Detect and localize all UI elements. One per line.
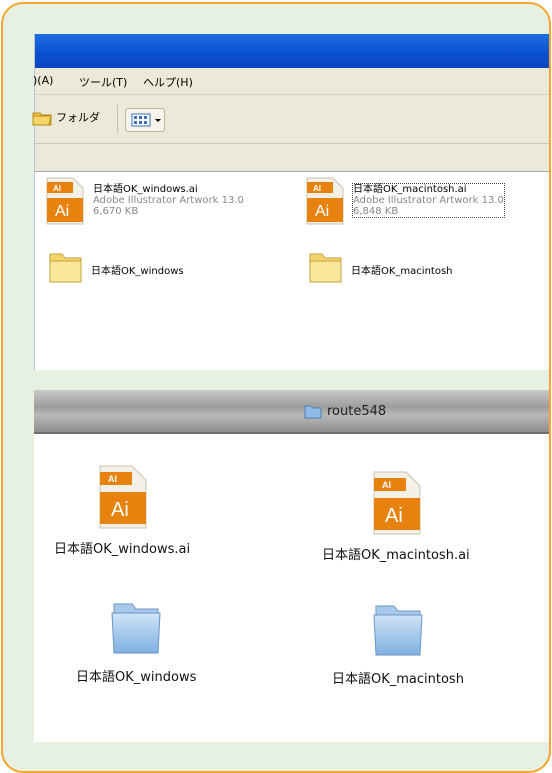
folder-icon [304,405,322,419]
view-grid-icon [131,113,161,127]
file-item-windows-ai[interactable]: AI Ai 日本語OK_windows.ai Adobe Illustrator… [43,176,244,226]
svg-text:Ai: Ai [315,203,329,220]
file-item-macintosh-ai[interactable]: AI Ai 日本語OK_macintosh.ai Adobe Illustrat… [303,176,505,226]
file-info: 日本語OK_macintosh.ai Adobe Illustrator Art… [352,183,505,218]
menu-bar: )(A) ツール(T) ヘルプ(H) [33,68,549,95]
file-name: 日本語OK_macintosh.ai [322,548,470,563]
file-name: 日本語OK_windows.ai [54,542,191,557]
toolbar-separator [117,105,118,133]
file-size: 6,670 KB [93,206,139,217]
file-info: 日本語OK_windows.ai Adobe Illustrator Artwo… [93,184,244,217]
divider [34,432,549,434]
file-name: 日本語OK_macintosh.ai [353,184,467,195]
folder-name: 日本語OK_macintosh [332,672,464,687]
svg-text:AI: AI [313,184,321,193]
illustrator-file-icon: AI Ai [99,465,147,529]
file-type: Adobe Illustrator Artwork 13.0 [353,195,504,206]
address-area [35,144,549,172]
svg-text:AI: AI [382,480,391,490]
window-title: route548 [304,403,386,419]
folder-icon [373,605,423,656]
window-titlebar: route548 [34,390,549,432]
toolbar: フォルダ [32,95,549,144]
file-item-windows-ai[interactable]: AI Ai 日本語OK_windows.ai [54,464,190,557]
folder-name: 日本語OK_macintosh [351,266,453,277]
illustrator-file-icon: AI Ai [373,471,421,535]
folder-item-macintosh[interactable]: 日本語OK_macintosh [332,600,464,687]
folder-item-windows[interactable]: 日本語OK_windows [76,598,196,685]
illustrator-file-icon: AI Ai [46,177,84,225]
svg-text:AI: AI [53,184,61,193]
svg-text:Ai: Ai [111,499,129,521]
folder-item-macintosh[interactable]: 日本語OK_macintosh [307,246,453,286]
folder-icon [32,112,52,126]
file-name: 日本語OK_windows.ai [93,184,198,195]
folder-icon [309,253,342,283]
svg-text:AI: AI [108,474,117,484]
svg-text:Ai: Ai [55,203,69,220]
windows-explorer-window: )(A) ツール(T) ヘルプ(H) フォルダ AI Ai 日本語OK_wind… [32,34,549,370]
window-titlebar [35,34,549,68]
svg-text:Ai: Ai [385,505,403,527]
folder-name: 日本語OK_windows [91,266,184,277]
menu-item-tools[interactable]: ツール(T) [79,74,127,90]
file-type: Adobe Illustrator Artwork 13.0 [93,195,244,206]
folder-item-windows[interactable]: 日本語OK_windows [47,246,184,286]
folders-label: フォルダ [56,111,100,124]
menu-item-edit[interactable]: )(A) [33,74,53,87]
views-button[interactable] [125,108,165,132]
file-list: AI Ai 日本語OK_windows.ai Adobe Illustrator… [35,172,549,370]
folder-name: 日本語OK_windows [76,670,197,685]
menu-item-help[interactable]: ヘルプ(H) [143,74,193,90]
illustration-frame: )(A) ツール(T) ヘルプ(H) フォルダ AI Ai 日本語OK_wind… [1,2,551,773]
folders-button[interactable]: フォルダ [31,108,100,126]
mac-finder-window: route548 AI Ai 日本語OK_windows.ai AI Ai 日本 [34,390,549,742]
folder-icon [49,253,82,283]
illustrator-file-icon: AI Ai [306,177,344,225]
folder-icon [111,603,161,654]
file-item-macintosh-ai[interactable]: AI Ai 日本語OK_macintosh.ai [322,470,470,563]
file-size: 6,848 KB [353,206,399,217]
